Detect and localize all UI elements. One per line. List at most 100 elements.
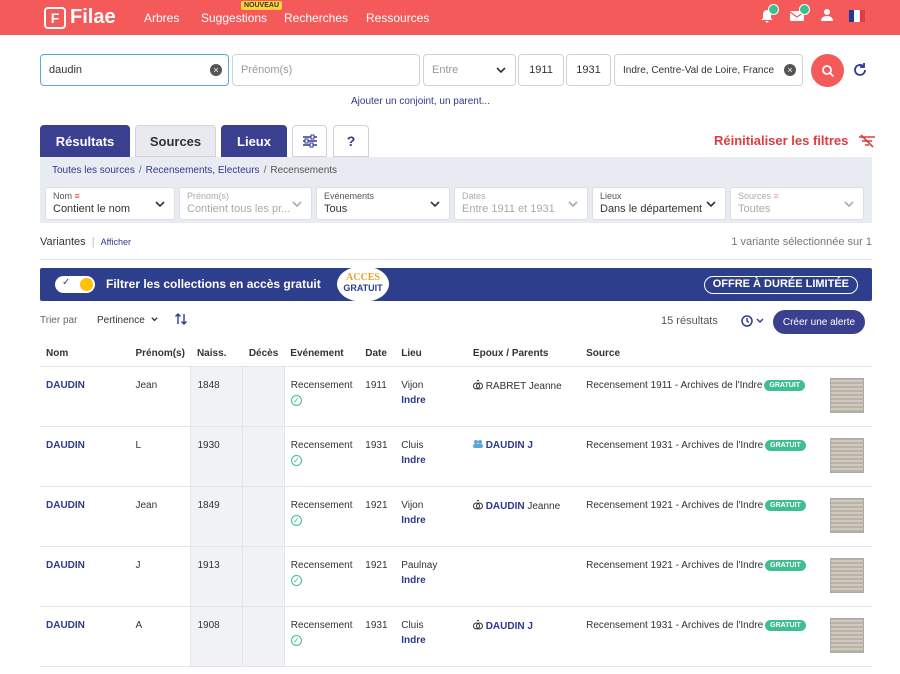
reset-search-icon[interactable] <box>851 61 869 79</box>
tab-sources[interactable]: Sources <box>135 125 216 157</box>
spouse-link[interactable]: DAUDIN <box>486 501 525 512</box>
breadcrumb-census-electors[interactable]: Recensements, Electeurs <box>146 165 260 176</box>
check-icon: ✓ <box>62 277 71 288</box>
acces-gratuit-logo: ACCES GRATUIT <box>337 266 389 302</box>
filter-settings-button[interactable] <box>292 125 327 157</box>
year-to-input[interactable]: 1931 <box>566 54 611 86</box>
breadcrumb-all-sources[interactable]: Toutes les sources <box>52 165 135 176</box>
document-thumbnail[interactable] <box>829 557 864 593</box>
death-year <box>242 366 285 427</box>
place-input[interactable]: Indre, Centre-Val de Loire, France <box>614 54 803 86</box>
sort-direction-icon[interactable] <box>174 312 188 329</box>
clear-place-icon[interactable]: × <box>784 64 796 76</box>
create-alert-button[interactable]: Créer une alerte <box>773 310 865 334</box>
filter-dates[interactable]: Dates Entre 1911 et 1931 <box>454 187 588 220</box>
place-department-link[interactable]: Indre <box>401 395 461 406</box>
help-button[interactable]: ? <box>333 125 369 157</box>
sort-select[interactable]: Pertinence <box>97 315 159 326</box>
add-relative-link[interactable]: Ajouter un conjoint, un parent... <box>351 96 490 107</box>
document-thumbnail[interactable] <box>829 617 864 653</box>
firstname-input[interactable]: Prénom(s) <box>232 54 420 86</box>
filter-evenements-label: Evénements <box>324 191 375 201</box>
tab-results[interactable]: Résultats <box>40 125 130 157</box>
breadcrumb: Toutes les sources / Recensements, Electeu… <box>52 165 338 176</box>
user-icon[interactable] <box>818 8 836 26</box>
spouse-parents-cell: RABRET Jeanne <box>466 366 581 427</box>
nav-suggestions[interactable]: Suggestions <box>201 11 267 25</box>
spouse-name: Jeanne <box>524 500 561 512</box>
filter-nom-value: Contient le nom <box>53 203 131 215</box>
year-from-input[interactable]: 1911 <box>518 54 564 86</box>
col-source: Source <box>580 342 824 367</box>
notification-dot <box>768 4 779 15</box>
variants-selected: 1 variante sélectionnée sur 1 <box>731 236 872 248</box>
filter-lieux[interactable]: Lieux Dans le département <box>592 187 726 220</box>
place-department-link[interactable]: Indre <box>401 635 461 646</box>
spouse-link[interactable]: DAUDIN J <box>486 440 533 451</box>
source-name: Recensement 1921 - Archives de l'Indre <box>586 559 764 571</box>
table-row[interactable]: DAUDIN Jean 1848 Recensement ✓ 1911 Vijon Indre… <box>40 366 872 427</box>
couple-icon <box>472 439 483 448</box>
place-name: Cluis <box>401 439 424 451</box>
nav-recherches[interactable]: Recherches <box>284 11 348 25</box>
place-name: Cluis <box>401 619 424 631</box>
person-name-link[interactable]: DAUDIN <box>46 500 85 511</box>
filter-prenom[interactable]: Prénom(s) Contient tous les pr... <box>179 187 312 220</box>
results-count: 15 résultats <box>661 315 718 327</box>
table-header: Nom Prénom(s) Naiss. Décès Evénement Dat… <box>40 342 872 367</box>
history-icon[interactable] <box>740 314 766 331</box>
event-type: Recensement <box>290 379 353 391</box>
place-department-link[interactable]: Indre <box>401 455 461 466</box>
col-date: Date <box>359 342 396 367</box>
death-year <box>242 426 285 487</box>
chevron-down-icon <box>154 198 166 213</box>
document-thumbnail[interactable] <box>829 377 864 413</box>
person-name-link[interactable]: DAUDIN <box>46 440 85 451</box>
chevron-down-icon <box>291 198 303 213</box>
place-input-value: Indre, Centre-Val de Loire, France <box>623 64 775 76</box>
filter-sources[interactable]: Sources ≡ Toutes <box>730 187 864 220</box>
table-row[interactable]: DAUDIN Jean 1849 Recensement ✓ 1921 Vijon Indre… <box>40 486 872 547</box>
free-access-toggle[interactable]: ✓ <box>55 276 95 293</box>
filae-logo[interactable]: F Filae <box>44 6 116 29</box>
birth-year: 1930 <box>190 426 244 487</box>
check-circle-icon: ✓ <box>290 634 302 646</box>
reset-filters-link[interactable]: Réinitialiser les filtres <box>714 133 876 148</box>
spouse-parents-cell: DAUDIN Jeanne <box>466 486 581 547</box>
search-button[interactable] <box>811 54 844 87</box>
place-department-link[interactable]: Indre <box>401 515 461 526</box>
person-name-link[interactable]: DAUDIN <box>46 620 85 631</box>
filter-evenements[interactable]: Evénements Tous <box>316 187 450 220</box>
person-firstname: Jean <box>129 366 191 427</box>
event-date: 1931 <box>359 426 396 487</box>
nav-ressources[interactable]: Ressources <box>366 11 429 25</box>
tab-places[interactable]: Lieux <box>221 125 287 157</box>
person-name-link[interactable]: DAUDIN <box>46 380 85 391</box>
spouse-link[interactable]: DAUDIN J <box>486 621 533 632</box>
document-thumbnail[interactable] <box>829 437 864 473</box>
date-mode-select[interactable]: Entre <box>423 54 516 86</box>
filter-prenom-label: Prénom(s) <box>187 191 230 201</box>
event-date: 1921 <box>359 486 396 547</box>
variants-show-link[interactable]: Afficher <box>101 237 131 247</box>
col-epoux-parents: Epoux / Parents <box>466 342 581 367</box>
table-row[interactable]: DAUDIN A 1908 Recensement ✓ 1931 Cluis Indre DA… <box>40 606 872 667</box>
place-department-link[interactable]: Indre <box>401 575 461 586</box>
filter-sources-value: Toutes <box>738 203 771 215</box>
sort-icon: ≡ <box>74 191 80 201</box>
limited-offer-button[interactable]: OFFRE À DURÉE LIMITÉE <box>703 276 858 294</box>
source-name: Recensement 1921 - Archives de l'Indre <box>586 499 764 511</box>
clear-name-icon[interactable]: × <box>210 64 222 76</box>
variants-row: Variantes | Afficher <box>40 236 131 248</box>
col-naiss: Naiss. <box>190 342 243 367</box>
person-name-link[interactable]: DAUDIN <box>46 560 85 571</box>
source-name: Recensement 1931 - Archives de l'Indre <box>586 619 764 631</box>
document-thumbnail[interactable] <box>829 497 864 533</box>
event-type: Recensement <box>290 619 353 631</box>
nav-arbres[interactable]: Arbres <box>144 11 179 25</box>
french-flag-icon[interactable] <box>849 10 865 22</box>
table-row[interactable]: DAUDIN L 1930 Recensement ✓ 1931 Cluis Indre DA… <box>40 426 872 487</box>
table-row[interactable]: DAUDIN J 1913 Recensement ✓ 1921 Paulnay Indre R… <box>40 546 872 607</box>
filter-nom[interactable]: Nom ≡ Contient le nom <box>45 187 175 220</box>
name-input[interactable]: daudin <box>40 54 229 86</box>
